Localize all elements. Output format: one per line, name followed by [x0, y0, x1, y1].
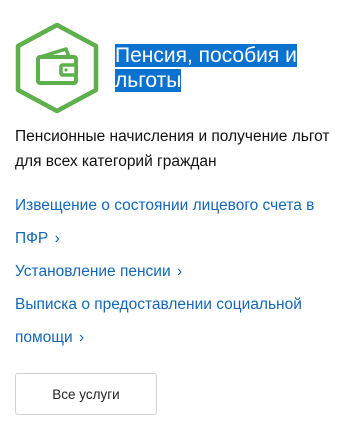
service-link-social-aid-statement[interactable]: Выписка о предоставлении социальной помо…	[15, 288, 340, 354]
service-links: Извещение о состоянии лицевого счета в П…	[15, 189, 340, 354]
service-link-pension-assignment[interactable]: Установление пенсии ›	[15, 255, 340, 288]
chevron-right-icon: ›	[176, 263, 183, 280]
service-link-label[interactable]: Выписка о предоставлении социальной помо…	[15, 296, 302, 346]
category-title-text[interactable]: Пенсия, пособия и льготы	[115, 44, 297, 92]
category-card: Пенсия, пособия и льготы Пенсионные начи…	[0, 0, 343, 438]
category-title[interactable]: Пенсия, пособия и льготы	[115, 43, 325, 93]
service-link-label[interactable]: Извещение о состоянии лицевого счета в П…	[15, 197, 314, 247]
all-services-button[interactable]: Все услуги	[15, 373, 157, 415]
service-link-label[interactable]: Установление пенсии	[15, 263, 171, 280]
chevron-right-icon: ›	[79, 329, 85, 346]
service-link-pfr-account-notice[interactable]: Извещение о состоянии лицевого счета в П…	[15, 189, 340, 255]
wallet-icon	[15, 22, 99, 114]
category-description: Пенсионные начисления и получение льгот …	[15, 128, 330, 170]
chevron-right-icon: ›	[54, 230, 60, 247]
